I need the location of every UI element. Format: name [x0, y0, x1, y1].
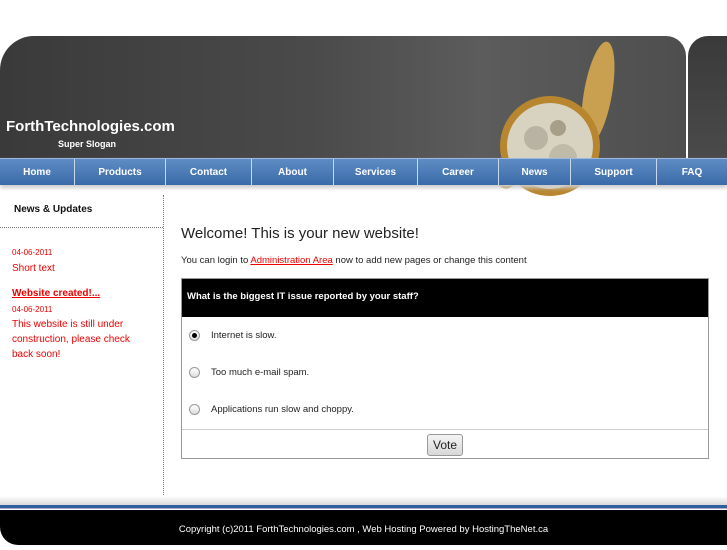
radio-button[interactable]: [189, 367, 200, 378]
option-label: Too much e-mail spam.: [211, 367, 310, 378]
copyright-text: Copyright (c)2011 ForthTechnologies.com …: [178, 524, 549, 535]
poll-option[interactable]: Too much e-mail spam.: [182, 354, 708, 391]
option-label: Applications run slow and choppy.: [211, 404, 354, 415]
page-title: Welcome! This is your new website!: [181, 225, 419, 242]
news-text: This website is still under construction…: [12, 319, 130, 360]
header-side-panel: [688, 36, 727, 158]
admin-area-link[interactable]: Administration Area: [250, 255, 332, 266]
nav-news[interactable]: News: [499, 159, 571, 185]
header-banner: ForthTechnologies.com Super Slogan: [0, 36, 686, 196]
nav-faq[interactable]: FAQ: [657, 159, 727, 185]
nav-career[interactable]: Career: [418, 159, 499, 185]
nav-about[interactable]: About: [252, 159, 334, 185]
footer-divider: [0, 505, 727, 509]
intro-text: You can login to Administration Area now…: [181, 255, 527, 266]
intro-after: now to add new pages or change this cont…: [332, 255, 527, 266]
intro-before: You can login to: [181, 255, 251, 266]
radio-button[interactable]: [189, 404, 200, 415]
news-title-link[interactable]: Website created!...: [12, 288, 163, 299]
poll-option[interactable]: Internet is slow.: [182, 317, 708, 354]
poll: What is the biggest IT issue reported by…: [181, 278, 709, 459]
news-date: 04-06-2011: [12, 248, 53, 257]
footer: Copyright (c)2011 ForthTechnologies.com …: [0, 510, 727, 545]
poll-question: What is the biggest IT issue reported by…: [182, 279, 708, 317]
option-label: Internet is slow.: [211, 330, 277, 341]
nav-products[interactable]: Products: [75, 159, 166, 185]
sidebar: News & Updates 04-06-2011 Short text Web…: [0, 195, 164, 495]
news-text: Short text: [12, 263, 55, 274]
site-title: ForthTechnologies.com: [6, 118, 175, 135]
vote-row: Vote: [182, 429, 708, 460]
sidebar-title: News & Updates: [0, 195, 163, 228]
news-date: 04-06-2011: [12, 305, 53, 314]
radio-button-selected[interactable]: [189, 330, 200, 341]
main-nav: Home Products Contact About Services Car…: [0, 158, 727, 185]
poll-option[interactable]: Applications run slow and choppy.: [182, 391, 708, 428]
nav-support[interactable]: Support: [571, 159, 657, 185]
nav-home[interactable]: Home: [0, 159, 75, 185]
vote-button[interactable]: Vote: [426, 434, 464, 456]
nav-contact[interactable]: Contact: [166, 159, 252, 185]
nav-services[interactable]: Services: [334, 159, 418, 185]
site-slogan: Super Slogan: [58, 139, 117, 149]
